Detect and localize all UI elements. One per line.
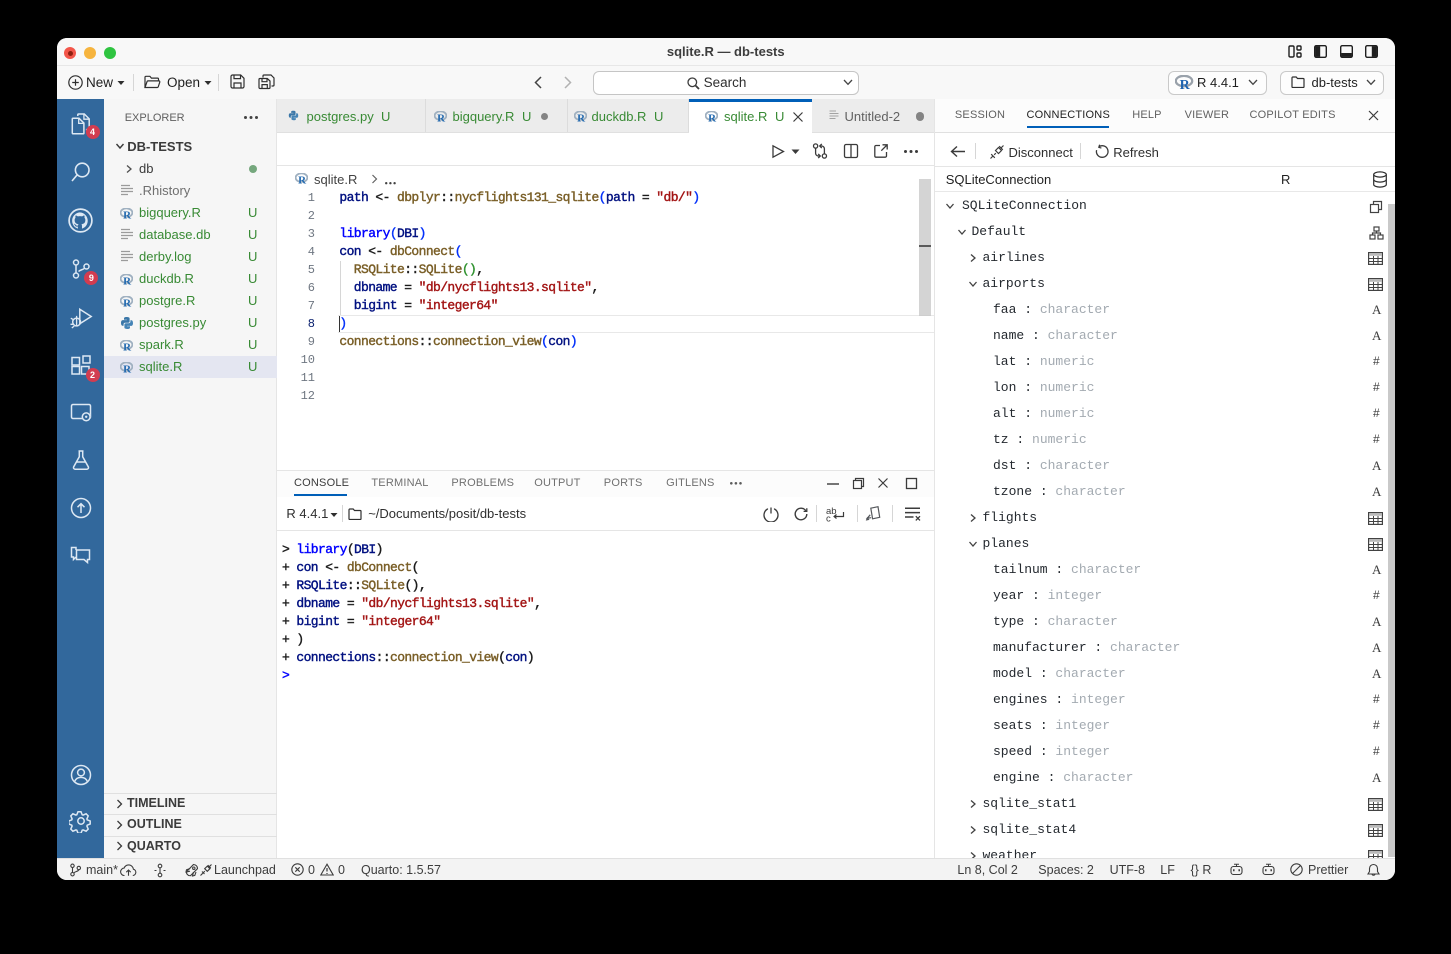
- svg-text:R: R: [1179, 78, 1190, 90]
- svg-text:R: R: [708, 112, 717, 122]
- svg-text:R: R: [437, 112, 446, 122]
- svg-text:R: R: [298, 174, 307, 184]
- svg-text:R: R: [123, 341, 132, 351]
- svg-text:c: c: [826, 514, 831, 523]
- svg-text:R: R: [123, 209, 132, 219]
- svg-text:R: R: [123, 297, 132, 307]
- svg-text:R: R: [577, 112, 586, 122]
- svg-text:R: R: [123, 275, 132, 285]
- svg-text:R: R: [123, 363, 132, 373]
